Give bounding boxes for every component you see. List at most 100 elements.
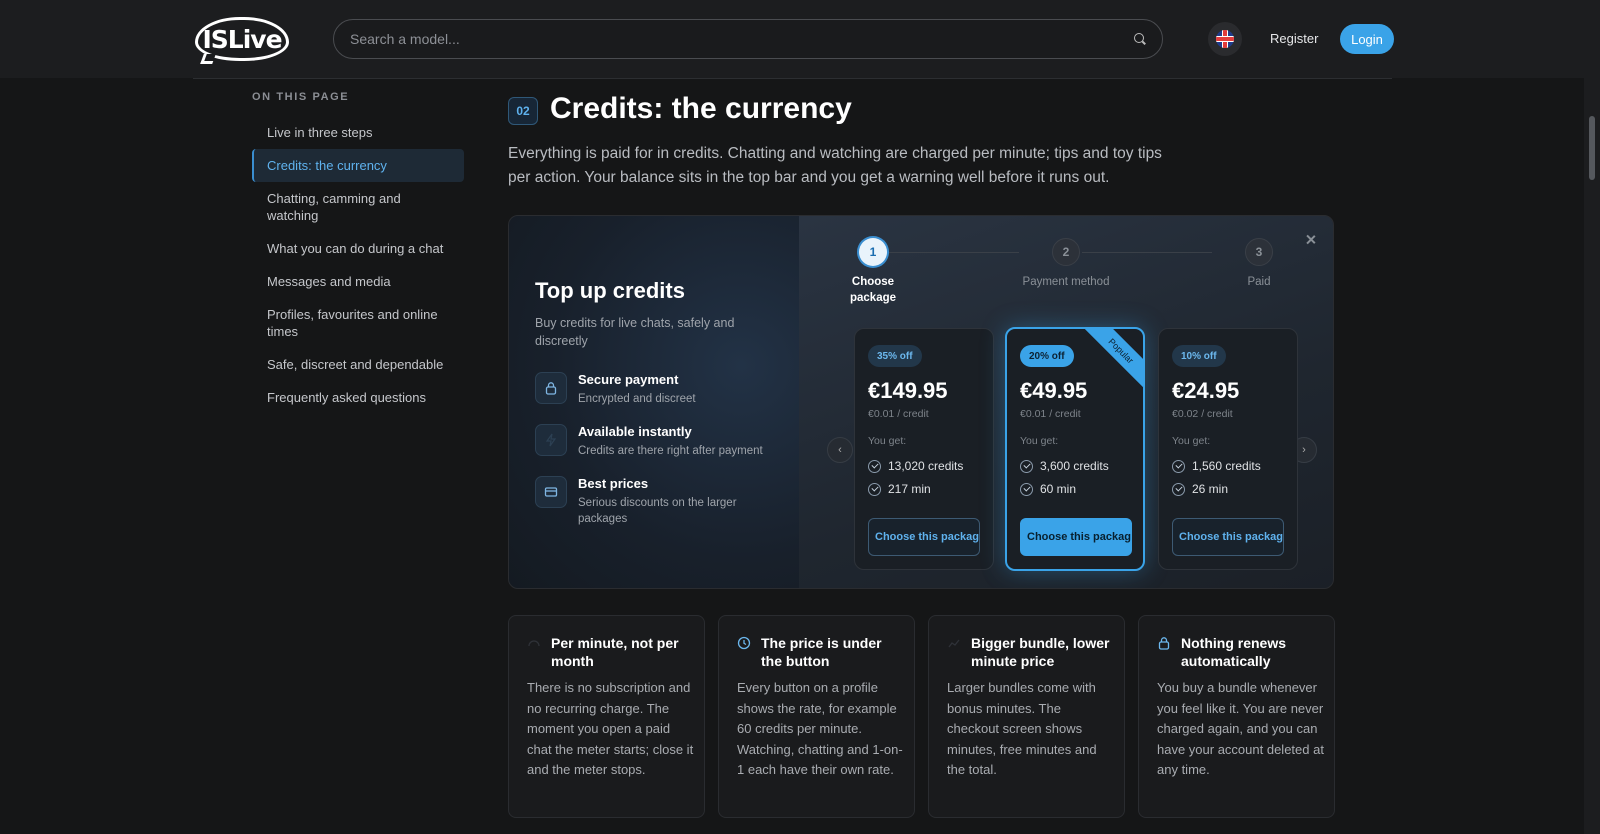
info-card-per-minute: Per minute, not per month There is no su…	[508, 615, 705, 818]
check-icon	[1020, 459, 1033, 473]
toc-item-profiles[interactable]: Profiles, favourites and online times	[252, 298, 464, 348]
package-minutes: 217 min	[868, 482, 931, 496]
toc-item-faq[interactable]: Frequently asked questions	[252, 381, 464, 414]
check-icon	[1172, 459, 1185, 473]
card-body: Every button on a profile shows the rate…	[737, 680, 903, 777]
minutes-text: 26 min	[1192, 482, 1229, 496]
info-card-bigger-bundle: Bigger bundle, lower minute price Larger…	[928, 615, 1125, 818]
section-intro: Everything is paid for in credits. Chatt…	[508, 145, 1162, 186]
minutes-text: 60 min	[1040, 482, 1077, 496]
you-get-label: You get:	[868, 435, 907, 447]
top-bar: ISLive Register Login	[0, 0, 1584, 78]
card-body: You buy a bundle whenever you feel like …	[1157, 680, 1324, 777]
price-per-credit: €0.01 / credit	[1020, 408, 1081, 420]
minutes-text: 217 min	[888, 482, 931, 496]
toc-item-live-in-three-steps[interactable]: Live in three steps	[252, 116, 464, 149]
package-minutes: 26 min	[1172, 482, 1228, 496]
discount-badge: 10% off	[1172, 345, 1226, 367]
check-icon	[1172, 482, 1185, 496]
step-1-indicator: 1	[859, 238, 887, 266]
logo-text: ISLive	[202, 24, 282, 54]
choose-package-button[interactable]: Choose this package	[868, 518, 980, 556]
card-title: Bigger bundle, lower minute price	[971, 635, 1110, 669]
search-input[interactable]	[350, 31, 1134, 47]
page-scrollbar[interactable]	[1584, 0, 1600, 834]
check-icon	[868, 482, 881, 496]
widget-subtitle: Buy credits for live chats, safely and d…	[535, 316, 735, 348]
top-up-widget: Top up credits Buy credits for live chat…	[508, 215, 1334, 589]
credits-text: 3,600 credits	[1040, 459, 1109, 473]
package-price: €49.95	[1020, 378, 1088, 403]
feature-title: Best prices	[578, 476, 649, 491]
language-selector[interactable]	[1208, 22, 1242, 56]
widget-title: Top up credits	[535, 278, 685, 303]
clock-icon	[737, 636, 751, 650]
feature-desc: Serious discounts on the larger packages	[578, 497, 737, 525]
discount-badge: 20% off	[1020, 345, 1074, 367]
step-3-indicator: 3	[1245, 238, 1273, 266]
price-per-credit: €0.02 / credit	[1172, 408, 1233, 420]
credits-text: 13,020 credits	[888, 459, 964, 473]
card-icon	[535, 476, 567, 508]
uk-flag-icon	[1216, 30, 1234, 48]
widget-checkout-panel: 1 Choose package 2 Payment method 3 Paid…	[799, 216, 1333, 588]
check-icon	[868, 459, 881, 473]
card-body: There is no subscription and no recurrin…	[527, 680, 694, 777]
info-card-price-under-button: The price is under the button Every butt…	[718, 615, 915, 818]
package-card-popular: Popular 20% off €49.95 €0.01 / credit Yo…	[1005, 327, 1145, 571]
popular-ribbon: Popular	[1079, 329, 1143, 393]
meter-icon	[528, 640, 540, 647]
package-credits: 13,020 credits	[868, 459, 963, 473]
register-link[interactable]: Register	[1270, 31, 1318, 46]
step-3-label: Paid	[1247, 276, 1271, 288]
you-get-label: You get:	[1020, 435, 1059, 447]
search-bar[interactable]	[333, 19, 1163, 59]
site-logo[interactable]: ISLive	[195, 17, 289, 64]
credits-text: 1,560 credits	[1192, 459, 1261, 473]
step-2-label: Payment method	[1022, 276, 1110, 288]
step-2-indicator: 2	[1052, 238, 1080, 266]
price-per-credit: €0.01 / credit	[868, 408, 929, 420]
lock-icon	[1158, 637, 1170, 650]
feature-title: Available instantly	[578, 424, 692, 439]
package-price: €149.95	[868, 378, 948, 403]
bolt-icon	[535, 424, 567, 456]
feature-desc: Credits are there right after payment	[578, 445, 763, 457]
scrollbar-thumb[interactable]	[1589, 116, 1595, 180]
toc-item-safe[interactable]: Safe, discreet and dependable	[252, 348, 464, 381]
card-title: The price is under the button	[761, 635, 882, 669]
step-1-label: Choose package	[849, 276, 897, 304]
section-number-badge: 02	[508, 97, 538, 125]
toc-item-chatting[interactable]: Chatting, camming and watching	[252, 182, 464, 232]
prev-package-button[interactable]: ‹	[827, 437, 853, 463]
choose-package-button[interactable]: Choose this package	[1020, 518, 1132, 556]
login-button[interactable]: Login	[1340, 24, 1394, 54]
check-icon	[1020, 482, 1033, 496]
feature-title: Secure payment	[578, 372, 679, 387]
step-connector	[889, 252, 1019, 253]
package-credits: 1,560 credits	[1172, 459, 1261, 473]
search-icon[interactable]	[1134, 33, 1146, 45]
discount-badge: 35% off	[868, 345, 922, 367]
card-body: Larger bundles come with bonus minutes. …	[947, 680, 1097, 777]
section-title: Credits: the currency	[550, 92, 852, 125]
info-card-no-renewal: Nothing renews automatically You buy a b…	[1138, 615, 1335, 818]
you-get-label: You get:	[1172, 435, 1211, 447]
package-card: 35% off €149.95 €0.01 / credit You get: …	[854, 328, 994, 570]
toc-item-messages[interactable]: Messages and media	[252, 265, 464, 298]
step-connector	[1082, 252, 1212, 253]
package-card: 10% off €24.95 €0.02 / credit You get: 1…	[1158, 328, 1298, 570]
lock-icon	[535, 372, 567, 404]
card-title: Nothing renews automatically	[1181, 635, 1287, 669]
toc-heading: ON THIS PAGE	[252, 91, 350, 103]
package-price: €24.95	[1172, 378, 1240, 403]
choose-package-button[interactable]: Choose this package	[1172, 518, 1284, 556]
feature-desc: Encrypted and discreet	[578, 393, 696, 405]
header-divider	[193, 78, 1392, 79]
package-credits: 3,600 credits	[1020, 459, 1109, 473]
close-icon[interactable]	[1305, 234, 1317, 246]
toc-item-during-chat[interactable]: What you can do during a chat	[252, 232, 464, 265]
toc-item-credits[interactable]: Credits: the currency	[252, 149, 464, 182]
package-minutes: 60 min	[1020, 482, 1076, 496]
table-of-contents: Live in three steps Credits: the currenc…	[252, 116, 464, 414]
